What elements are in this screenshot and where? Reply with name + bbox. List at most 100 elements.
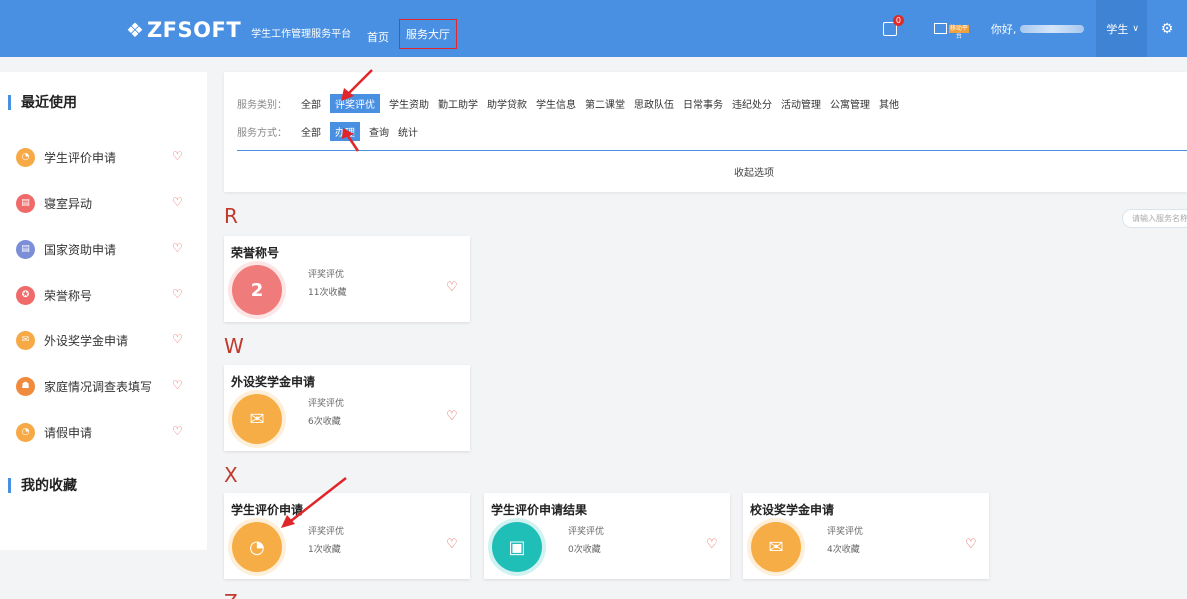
category-option[interactable]: 勤工助学 [438,94,478,113]
sidebar-item[interactable]: ▤ 寝室异动 ♡ [16,193,186,213]
greeting-text: 你好, [990,22,1017,36]
category-option[interactable]: 活动管理 [781,94,821,113]
platform-name: 学生工作管理服务平台 [251,28,352,40]
heart-icon[interactable]: ♡ [172,149,183,163]
sidebar-item[interactable]: ◔ 请假申请 ♡ [16,422,186,442]
service-icon: ✉ [16,330,35,350]
chevron-down-icon: ∨ [1132,23,1139,34]
heart-icon[interactable]: ♡ [446,280,458,295]
method-option[interactable]: 统计 [398,122,418,141]
heart-icon[interactable]: ♡ [172,378,183,392]
divider [237,150,1187,151]
service-icon-glyph: ◔ [249,536,265,558]
card-fav-count: 11次收藏 [308,288,347,298]
sidebar-item[interactable]: ✪ 荣誉称号 ♡ [16,285,186,305]
heart-icon[interactable]: ♡ [172,241,183,255]
group-letter: R [224,204,238,228]
service-icon: ✪ [16,285,35,305]
service-card[interactable]: 学生评价申请 ◔ 评奖评优 1次收藏 ♡ [224,493,470,579]
card-title: 学生评价申请结果 [491,503,588,517]
sidebar-item-label: 外设奖学金申请 [44,333,129,348]
main-nav: 首页 服务大厅 [367,19,473,49]
category-option[interactable]: 思政队伍 [634,94,674,113]
method-option[interactable]: 查询 [369,122,389,141]
card-fav-count: 6次收藏 [308,417,341,427]
service-card[interactable]: 外设奖学金申请 ✉ 评奖评优 6次收藏 ♡ [224,365,470,451]
service-icon: ◔ [232,522,282,572]
top-bar: ❖ ZFSOFT 学生工作管理服务平台 首页 服务大厅 0 移动平台 你好, 学… [0,0,1187,57]
card-fav-count: 4次收藏 [827,545,860,555]
favorites-section-title: 我的收藏 [0,475,77,495]
service-search-input[interactable]: 请输入服务名称 [1122,209,1187,228]
service-card[interactable]: 学生评价申请结果 ▣ 评奖评优 0次收藏 ♡ [484,493,730,579]
sidebar-item-label: 请假申请 [44,425,93,440]
screen-icon[interactable]: 移动平台 [933,23,969,40]
logo-icon: ❖ [126,18,144,42]
service-icon-glyph: 2 [250,279,264,301]
sidebar-item[interactable]: ☗ 家庭情况调查表填写 ♡ [16,376,186,396]
user-name-redacted [1020,24,1085,33]
nav-home[interactable]: 首页 [367,29,389,45]
notification-icon[interactable]: 0 [882,14,904,36]
heart-icon[interactable]: ♡ [172,195,183,209]
card-category: 评奖评优 [827,527,864,537]
sidebar-item[interactable]: ▤ 国家资助申请 ♡ [16,239,186,259]
category-option[interactable]: 全部 [301,94,321,113]
heart-icon[interactable]: ♡ [172,287,183,301]
category-option[interactable]: 学生资助 [389,94,429,113]
category-option[interactable]: 第二课堂 [585,94,625,113]
role-selector[interactable]: 学生 ∨ [1096,0,1147,57]
category-filter-row: 服务类别： 全部 评奖评优 学生资助 勤工助学 助学贷款 学生信息 第二课堂 思政队伍 日常事务… [237,94,908,113]
logo[interactable]: ❖ ZFSOFT 学生工作管理服务平台 [126,18,351,42]
service-card[interactable]: 荣誉称号 2 评奖评优 11次收藏 ♡ [224,236,470,322]
service-icon-glyph: ✉ [768,536,784,558]
heart-icon[interactable]: ♡ [706,537,718,552]
service-icon-glyph: ▣ [508,536,526,558]
group-letter: Z [224,590,238,599]
header-right: 0 移动平台 你好, 学生 ∨ ⚙ [882,0,1187,57]
service-icon-glyph: ✉ [249,408,265,430]
group-letter: X [224,463,238,487]
method-option[interactable]: 全部 [301,122,321,141]
monitor-icon [933,23,947,34]
category-option[interactable]: 公寓管理 [830,94,870,113]
nav-service-hall[interactable]: 服务大厅 [399,19,457,49]
card-fav-count: 1次收藏 [308,545,341,555]
card-category: 评奖评优 [568,527,605,537]
sidebar-item-label: 家庭情况调查表填写 [44,379,153,394]
card-title: 荣誉称号 [231,246,280,260]
category-option[interactable]: 其他 [879,94,899,113]
service-card[interactable]: 校设奖学金申请 ✉ 评奖评优 4次收藏 ♡ [743,493,989,579]
heart-icon[interactable]: ♡ [172,424,183,438]
category-option[interactable]: 日常事务 [683,94,723,113]
logo-text: ZFSOFT [146,18,242,42]
category-option[interactable]: 评奖评优 [330,94,380,113]
category-option[interactable]: 违纪处分 [732,94,772,113]
group-letter: W [224,334,244,358]
role-label: 学生 [1106,22,1129,36]
sidebar-item-label: 国家资助申请 [44,242,117,257]
service-icon: ☗ [16,376,35,396]
method-option[interactable]: 办理 [330,122,360,141]
card-category: 评奖评优 [308,527,345,537]
category-option[interactable]: 学生信息 [536,94,576,113]
category-option[interactable]: 助学贷款 [487,94,527,113]
card-title: 外设奖学金申请 [231,375,316,389]
section-accent [8,94,11,110]
heart-icon[interactable]: ♡ [446,409,458,424]
sidebar-item-label: 学生评价申请 [44,150,117,165]
sidebar-item[interactable]: ◔ 学生评价申请 ♡ [16,147,186,167]
collapse-options-button[interactable]: 收起选项 [224,164,1187,179]
sidebar-item[interactable]: ✉ 外设奖学金申请 ♡ [16,330,186,350]
heart-icon[interactable]: ♡ [446,537,458,552]
sidebar: 最近使用 ◔ 学生评价申请 ♡ ▤ 寝室异动 ♡ ▤ 国家资助申请 ♡ ✪ 荣誉称号 ♡ ✉ 外设奖学金申… [0,72,207,550]
gear-icon[interactable]: ⚙ [1147,0,1187,57]
user-greeting: 你好, [991,21,1085,37]
heart-icon[interactable]: ♡ [172,332,183,346]
service-icon: ✉ [751,522,801,572]
section-accent [8,477,11,493]
heart-icon[interactable]: ♡ [965,537,977,552]
sidebar-item-label: 荣誉称号 [44,288,93,303]
method-label: 服务方式： [237,128,287,139]
card-title: 校设奖学金申请 [750,503,835,517]
